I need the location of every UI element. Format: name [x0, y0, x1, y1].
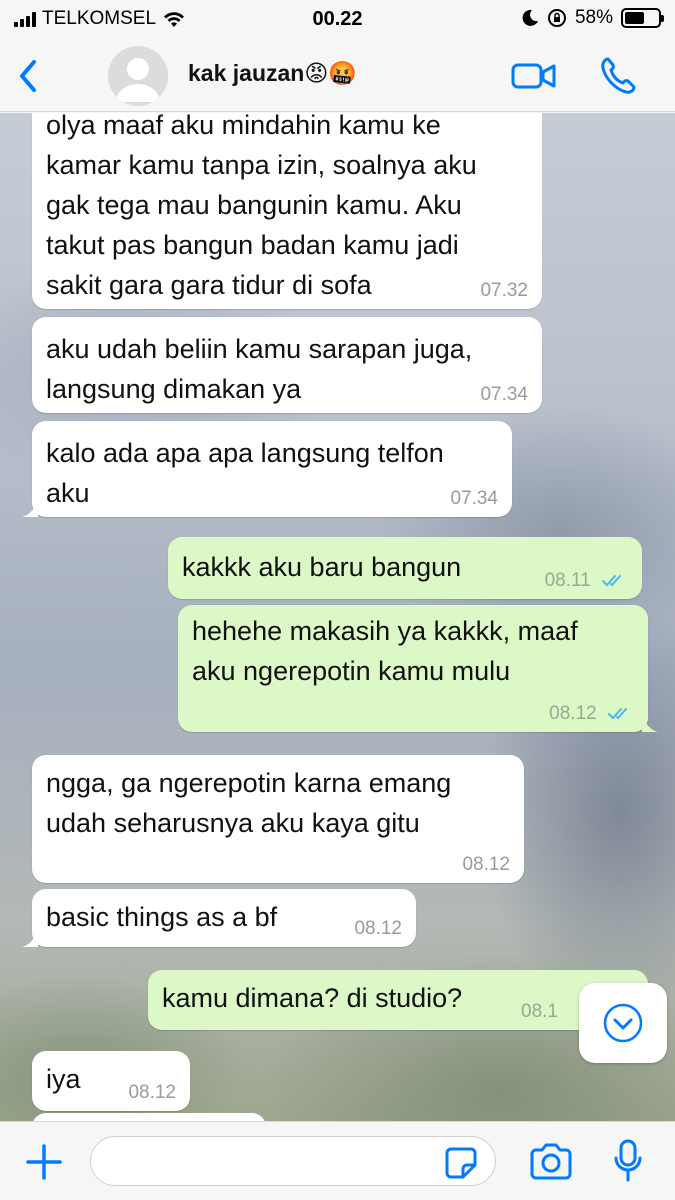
back-chevron-icon[interactable]: [12, 56, 44, 96]
message-bubble-incoming[interactable]: basic things as a bf 08.12: [22, 889, 416, 947]
message-bubble-incoming[interactable]: olya maaf aku mindahin kamu ke kamar kam…: [32, 113, 542, 309]
avatar-placeholder-icon: [116, 58, 160, 102]
message-input[interactable]: [90, 1136, 496, 1186]
message-text-line: basic things as a bf: [46, 902, 278, 932]
message-bubble-outgoing[interactable]: kakkk aku baru bangun 08.11: [168, 537, 642, 599]
contact-name[interactable]: kak jauzan😡🤬: [188, 60, 357, 87]
message-time: 08.12: [462, 854, 510, 875]
video-camera-icon[interactable]: [510, 58, 558, 94]
chevron-down-icon: [603, 1003, 643, 1043]
message-text-line: aku ngerepotin kamu mulu: [192, 656, 511, 686]
read-ticks-icon: [602, 574, 621, 587]
orientation-lock-icon: [547, 9, 566, 27]
message-time: 08.11: [544, 570, 591, 591]
message-text-line: kalo ada apa apa langsung telfon: [46, 438, 444, 468]
message-bubble-incoming[interactable]: kalo ada apa apa langsung telfon aku 07.…: [22, 421, 512, 517]
status-icons: 58%: [521, 7, 664, 29]
chat-header: kak jauzan😡🤬: [0, 40, 675, 112]
message-text-line: gak tega mau bangunin kamu. Aku: [46, 190, 462, 220]
camera-icon[interactable]: [528, 1142, 574, 1182]
status-bar: TELKOMSEL 00.22 58%: [0, 0, 675, 40]
bubble-tail: [22, 931, 38, 947]
microphone-icon[interactable]: [612, 1138, 644, 1184]
message-bubble-incoming[interactable]: iya 08.12: [32, 1051, 190, 1111]
message-time: 08.12: [549, 703, 597, 724]
message-text-line: sakit gara gara tidur di sofa: [46, 270, 372, 300]
message-bubble-outgoing[interactable]: hehehe makasih ya kakkk, maaf aku ngerep…: [178, 605, 658, 732]
message-time: 08.12: [128, 1082, 176, 1103]
bubble-tail: [22, 501, 38, 517]
message-time: 08.1: [521, 1001, 558, 1022]
message-text-line: takut pas bangun badan kamu jadi: [46, 230, 459, 260]
message-text-line: udah seharusnya aku kaya gitu: [46, 808, 420, 838]
message-text-line: olya maaf aku mindahin kamu ke: [46, 113, 441, 140]
message-time: 07.34: [450, 488, 498, 509]
chat-area[interactable]: olya maaf aku mindahin kamu ke kamar kam…: [0, 113, 675, 1121]
message-time: 08.12: [354, 918, 402, 939]
sticker-icon[interactable]: [444, 1146, 478, 1180]
message-bubble-outgoing[interactable]: kamu dimana? di studio? 08.1: [148, 970, 648, 1030]
message-text-line: ngga, ga ngerepotin karna emang: [46, 768, 452, 798]
message-bubble-incoming[interactable]: ngga, ga ngerepotin karna emang udah seh…: [32, 755, 524, 883]
battery-fill: [625, 12, 644, 24]
plus-icon[interactable]: [24, 1142, 64, 1182]
message-text-line: kamu dimana? di studio?: [162, 983, 463, 1013]
message-meta: 08.11: [545, 571, 628, 591]
message-text-line: kamar kamu tanpa izin, soalnya aku: [46, 150, 477, 180]
message-text-line: aku: [46, 478, 90, 508]
message-meta: 08.12: [549, 704, 634, 724]
moon-icon: [522, 9, 538, 26]
wifi-icon: [164, 12, 185, 27]
carrier-name: TELKOMSEL: [42, 8, 157, 29]
message-text-line: langsung dimakan ya: [46, 374, 302, 404]
message-bubble-incoming-partial[interactable]: [32, 1113, 266, 1121]
message-bubble-incoming[interactable]: aku udah beliin kamu sarapan juga, langs…: [32, 317, 542, 413]
carrier-group: TELKOMSEL: [14, 8, 186, 30]
battery-percent: 58%: [574, 7, 613, 28]
composer-bar: [0, 1121, 675, 1200]
message-time: 07.32: [480, 280, 528, 301]
avatar[interactable]: [108, 46, 168, 106]
read-ticks-icon: [608, 707, 627, 720]
signal-icon: [14, 11, 36, 27]
message-text-line: hehehe makasih ya kakkk, maaf: [192, 616, 578, 646]
message-time: 07.34: [480, 384, 528, 405]
scroll-to-bottom-button[interactable]: [579, 983, 667, 1063]
bubble-tail: [642, 716, 658, 732]
phone-icon[interactable]: [598, 54, 638, 98]
battery-icon: [621, 8, 664, 28]
message-text-line: aku udah beliin kamu sarapan juga,: [46, 334, 473, 364]
